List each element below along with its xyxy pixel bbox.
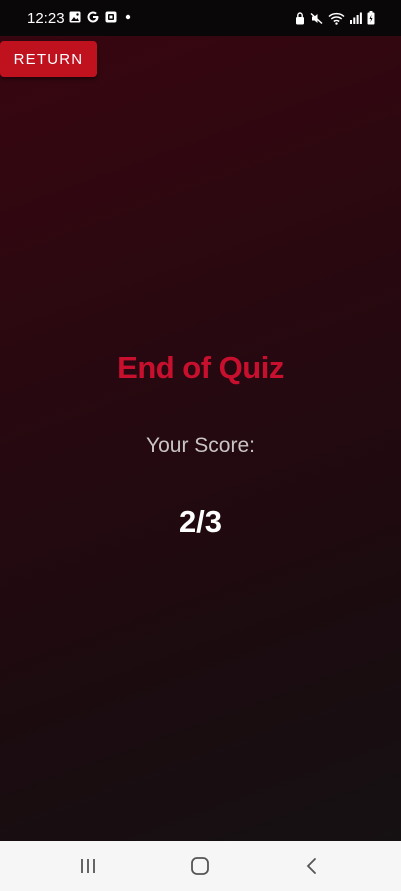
status-right-icons: [295, 11, 375, 25]
back-button[interactable]: [292, 853, 332, 879]
google-icon: [87, 11, 99, 23]
status-left-icons: [69, 11, 133, 23]
navigation-bar: [0, 841, 401, 891]
back-icon: [306, 858, 316, 874]
home-icon: [191, 857, 209, 875]
lock-icon: [296, 11, 304, 24]
recent-apps-icon: [81, 859, 95, 873]
home-button[interactable]: [180, 853, 220, 879]
quiz-result-screen: 12:23 RETURN End of Quiz Your Score: 2/3: [0, 0, 401, 891]
battery-icon: [367, 11, 375, 25]
dot-icon: [125, 14, 131, 20]
score-value: 2/3: [178, 504, 223, 539]
wifi-icon: [328, 12, 345, 25]
return-button[interactable]: RETURN: [0, 41, 97, 77]
status-bar: 12:23: [0, 0, 401, 36]
status-time: 12:23: [27, 10, 65, 27]
signal-icon: [350, 12, 362, 24]
image-icon: [69, 11, 81, 23]
mute-icon: [310, 12, 323, 24]
app-icon: [105, 11, 117, 23]
score-label: Your Score:: [146, 434, 255, 457]
recent-apps-button[interactable]: [68, 853, 108, 879]
page-title: End of Quiz: [117, 350, 284, 385]
